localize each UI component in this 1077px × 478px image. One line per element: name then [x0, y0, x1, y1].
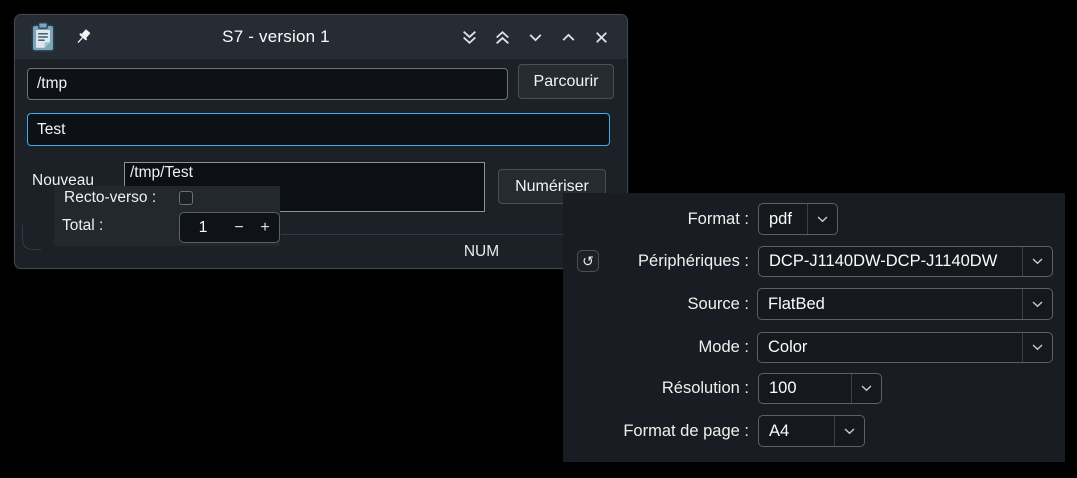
resolution-label: Résolution :	[563, 373, 749, 404]
double-chevron-down-icon[interactable]	[459, 27, 479, 47]
mode-label: Mode :	[563, 332, 749, 363]
source-combobox[interactable]: FlatBed	[757, 288, 1053, 320]
total-label: Total :	[62, 217, 103, 235]
source-label: Source :	[563, 288, 749, 320]
clipboard-app-icon	[31, 22, 55, 52]
chevron-down-icon[interactable]	[1022, 333, 1052, 362]
spin-decrement-button[interactable]: −	[226, 219, 252, 237]
double-chevron-up-icon[interactable]	[492, 27, 512, 47]
status-num-indicator: NUM	[451, 243, 512, 261]
spin-increment-button[interactable]: +	[252, 219, 278, 237]
device-options-panel: Format : pdf ↺ Périphériques : DCP-J1140…	[563, 193, 1065, 462]
format-combobox[interactable]: pdf	[758, 203, 838, 235]
devices-combobox-value: DCP-J1140DW-DCP-J1140DW	[759, 247, 1022, 276]
devices-label: Périphériques :	[563, 246, 749, 277]
page-format-label: Format de page :	[563, 415, 749, 447]
minimize-chevron-down-icon[interactable]	[525, 27, 545, 47]
destination-path-input[interactable]	[27, 68, 508, 100]
duplex-checkbox[interactable]	[179, 191, 193, 205]
window-title: S7 - version 1	[93, 27, 459, 47]
window-controls	[459, 27, 611, 47]
source-combobox-value: FlatBed	[758, 289, 1022, 319]
statusbar-separator	[281, 234, 571, 235]
chevron-down-icon[interactable]	[1022, 247, 1052, 276]
chevron-down-icon[interactable]	[807, 204, 837, 234]
page-format-combobox[interactable]: A4	[758, 415, 865, 447]
group-frame-corner	[22, 225, 41, 250]
scan-options-overlay: Recto-verso : Total : 1 − +	[54, 186, 280, 246]
total-spinbox[interactable]: 1 − +	[179, 212, 280, 243]
chevron-down-icon[interactable]	[834, 416, 864, 446]
mode-combobox[interactable]: Color	[757, 332, 1053, 363]
chevron-down-icon[interactable]	[851, 374, 881, 403]
chevron-down-icon[interactable]	[1022, 289, 1052, 319]
devices-combobox[interactable]: DCP-J1140DW-DCP-J1140DW	[758, 246, 1053, 277]
format-label: Format :	[563, 203, 749, 235]
resolution-combobox[interactable]: 100	[758, 373, 882, 404]
maximize-chevron-up-icon[interactable]	[558, 27, 578, 47]
total-spinbox-value: 1	[180, 219, 226, 237]
file-name-input[interactable]	[27, 113, 610, 146]
format-combobox-value: pdf	[759, 204, 807, 234]
browse-button[interactable]: Parcourir	[518, 64, 614, 99]
titlebar[interactable]: S7 - version 1	[15, 15, 627, 59]
duplex-label: Recto-verso :	[64, 189, 156, 207]
resolution-combobox-value: 100	[759, 374, 851, 403]
mode-combobox-value: Color	[758, 333, 1022, 362]
close-icon[interactable]	[591, 27, 611, 47]
page-format-combobox-value: A4	[759, 416, 834, 446]
pin-icon[interactable]	[73, 27, 93, 47]
